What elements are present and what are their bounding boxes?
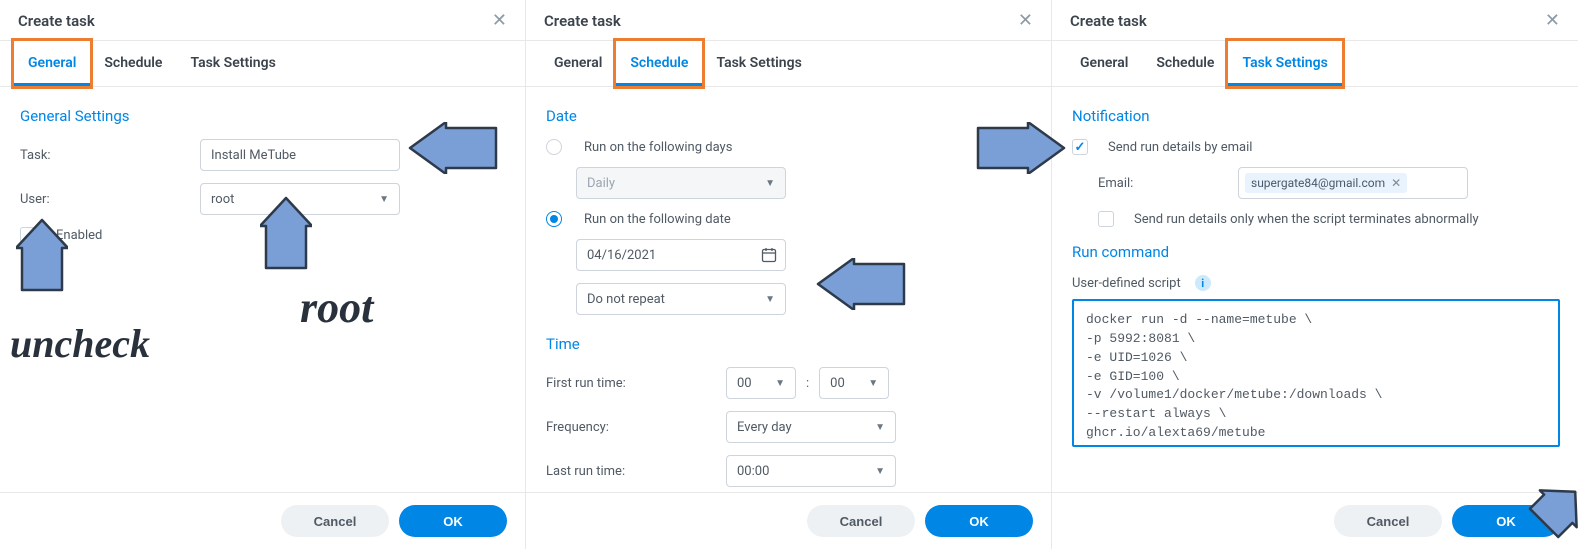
tabs: General Schedule Task Settings xyxy=(0,41,525,87)
last-run-value: 00:00 xyxy=(737,464,769,479)
panel-schedule: Create task ✕ General Schedule Task Sett… xyxy=(526,0,1052,549)
email-input[interactable]: supergate84@gmail.com ✕ xyxy=(1238,167,1468,199)
tabs: General Schedule Task Settings xyxy=(1052,41,1578,87)
cancel-button[interactable]: Cancel xyxy=(281,505,389,537)
close-icon[interactable]: ✕ xyxy=(1545,12,1560,30)
panel-body: Date Run on the following days Daily ▼ R… xyxy=(526,87,1051,492)
task-input-value: Install MeTube xyxy=(211,148,296,163)
date-input[interactable]: 04/16/2021 xyxy=(576,239,786,271)
panel-body: General Settings Task: Install MeTube Us… xyxy=(0,87,525,492)
dialog-footer: Cancel OK xyxy=(0,492,525,549)
tab-general[interactable]: General xyxy=(540,41,616,86)
panel-task-settings: Create task ✕ General Schedule Task Sett… xyxy=(1052,0,1578,549)
highlight: General xyxy=(11,38,93,89)
date-value: 04/16/2021 xyxy=(587,248,656,263)
tab-general[interactable]: General xyxy=(1066,41,1142,86)
last-run-select[interactable]: 00:00 ▼ xyxy=(726,455,896,487)
caret-down-icon: ▼ xyxy=(875,466,885,477)
section-general-settings: General Settings xyxy=(20,107,507,125)
script-label: User-defined script xyxy=(1072,276,1181,291)
dialog-header: Create task ✕ xyxy=(0,0,525,41)
user-select-value: root xyxy=(211,192,234,207)
run-date-label: Run on the following date xyxy=(584,212,731,227)
frequency-label: Frequency: xyxy=(546,420,716,435)
caret-down-icon: ▼ xyxy=(765,178,775,189)
first-run-label: First run time: xyxy=(546,376,716,391)
dialog-title: Create task xyxy=(1070,12,1147,30)
last-run-label: Last run time: xyxy=(546,464,716,479)
section-run-command: Run command xyxy=(1072,243,1560,261)
panel-general: Create task ✕ General Schedule Task Sett… xyxy=(0,0,526,549)
dialog-header: Create task ✕ xyxy=(526,0,1051,41)
user-label: User: xyxy=(20,192,190,207)
abnormal-checkbox[interactable] xyxy=(1098,211,1114,227)
caret-down-icon: ▼ xyxy=(875,422,885,433)
email-chip: supergate84@gmail.com ✕ xyxy=(1245,173,1407,193)
ok-button[interactable]: OK xyxy=(925,505,1033,537)
highlight: Schedule xyxy=(613,38,705,89)
tab-schedule[interactable]: Schedule xyxy=(616,41,702,86)
minute-value: 00 xyxy=(830,376,845,391)
radio-run-days[interactable] xyxy=(546,139,562,155)
panel-body: Notification Send run details by email E… xyxy=(1052,87,1578,492)
cancel-button[interactable]: Cancel xyxy=(1334,505,1442,537)
script-textarea[interactable]: docker run -d --name=metube \ -p 5992:80… xyxy=(1072,299,1560,447)
calendar-icon xyxy=(761,247,777,267)
frequency-select[interactable]: Every day ▼ xyxy=(726,411,896,443)
section-date: Date xyxy=(546,107,1033,125)
hour-value: 00 xyxy=(737,376,752,391)
tab-task-settings[interactable]: Task Settings xyxy=(1228,41,1341,86)
info-icon[interactable]: i xyxy=(1195,275,1211,291)
send-email-checkbox[interactable] xyxy=(1072,139,1088,155)
dialog-header: Create task ✕ xyxy=(1052,0,1578,41)
cancel-button[interactable]: Cancel xyxy=(807,505,915,537)
repeat-value: Do not repeat xyxy=(587,292,665,307)
days-select-value: Daily xyxy=(587,176,615,191)
run-days-label: Run on the following days xyxy=(584,140,732,155)
close-icon[interactable]: ✕ xyxy=(492,12,507,30)
highlight: Task Settings xyxy=(1225,38,1344,89)
enabled-checkbox[interactable] xyxy=(20,227,36,243)
abnormal-label: Send run details only when the script te… xyxy=(1134,212,1479,227)
dialog-footer: Cancel OK xyxy=(1052,492,1578,549)
section-notification: Notification xyxy=(1072,107,1560,125)
email-label: Email: xyxy=(1098,176,1228,191)
radio-run-date[interactable] xyxy=(546,211,562,227)
time-colon: : xyxy=(806,376,809,391)
close-icon[interactable]: ✕ xyxy=(1018,12,1033,30)
minute-select[interactable]: 00 ▼ xyxy=(819,367,889,399)
task-input[interactable]: Install MeTube xyxy=(200,139,400,171)
tab-task-settings[interactable]: Task Settings xyxy=(702,41,815,86)
caret-down-icon: ▼ xyxy=(868,378,878,389)
enabled-label: Enabled xyxy=(56,228,102,243)
ok-button[interactable]: OK xyxy=(1452,505,1560,537)
chip-remove-icon[interactable]: ✕ xyxy=(1391,176,1401,190)
email-chip-value: supergate84@gmail.com xyxy=(1251,176,1385,190)
tabs: General Schedule Task Settings xyxy=(526,41,1051,87)
tab-general[interactable]: General xyxy=(14,41,90,86)
repeat-select[interactable]: Do not repeat ▼ xyxy=(576,283,786,315)
tab-schedule[interactable]: Schedule xyxy=(90,41,176,86)
tab-task-settings[interactable]: Task Settings xyxy=(176,41,289,86)
caret-down-icon: ▼ xyxy=(379,194,389,205)
user-select[interactable]: root ▼ xyxy=(200,183,400,215)
tab-schedule[interactable]: Schedule xyxy=(1142,41,1228,86)
caret-down-icon: ▼ xyxy=(765,294,775,305)
days-select: Daily ▼ xyxy=(576,167,786,199)
section-time: Time xyxy=(546,335,1033,353)
dialog-title: Create task xyxy=(544,12,621,30)
send-email-label: Send run details by email xyxy=(1108,140,1252,155)
caret-down-icon: ▼ xyxy=(775,378,785,389)
task-label: Task: xyxy=(20,148,190,163)
frequency-value: Every day xyxy=(737,420,792,435)
dialog-footer: Cancel OK xyxy=(526,492,1051,549)
dialog-title: Create task xyxy=(18,12,95,30)
ok-button[interactable]: OK xyxy=(399,505,507,537)
hour-select[interactable]: 00 ▼ xyxy=(726,367,796,399)
